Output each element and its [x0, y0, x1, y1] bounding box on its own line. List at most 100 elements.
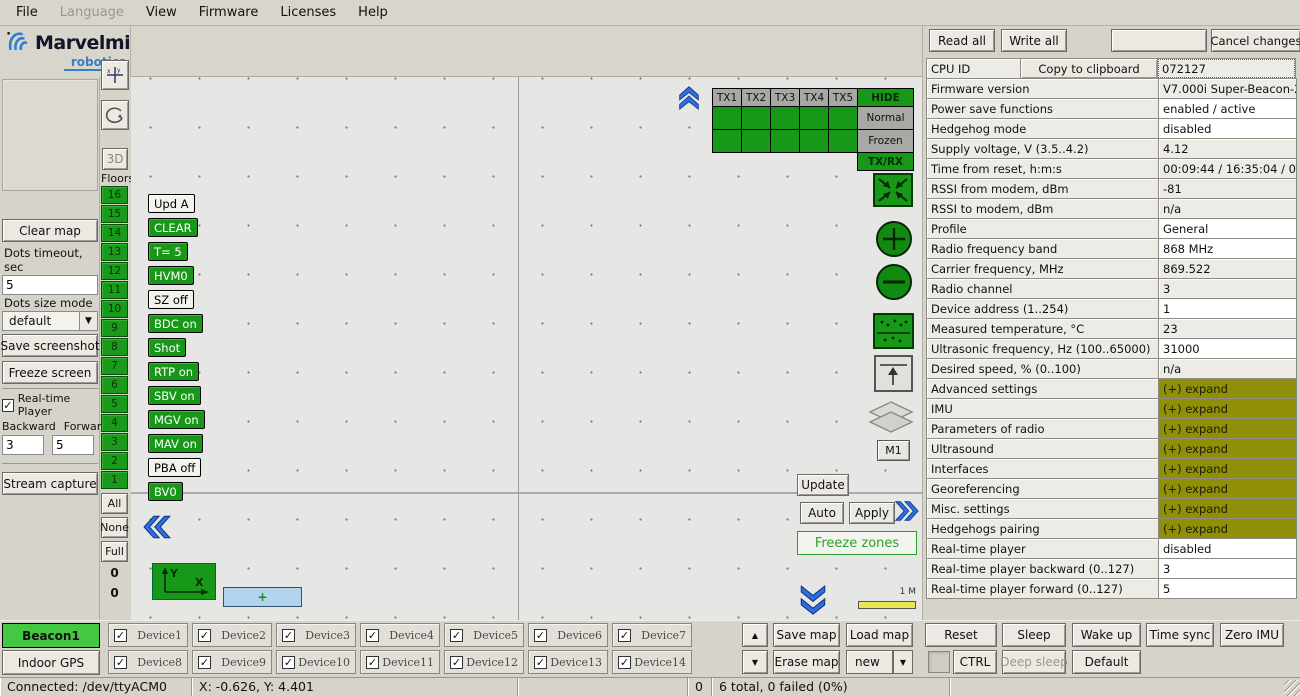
dots-size-dropdown[interactable]: default ▼: [2, 311, 98, 331]
device-checkbox[interactable]: ✓: [198, 656, 211, 669]
chevron-down-icon[interactable]: ▼: [893, 650, 913, 674]
tx-txrx-button[interactable]: TX/RX: [857, 152, 914, 171]
backward-input[interactable]: [2, 435, 44, 455]
3d-button[interactable]: 3D: [102, 148, 128, 170]
map-action-clear[interactable]: CLEAR: [148, 218, 198, 237]
param-expand-button[interactable]: (+) expand: [1158, 498, 1297, 519]
map-action-pba-off[interactable]: PBA off: [148, 458, 201, 477]
map-select-dropdown[interactable]: new ▼: [846, 650, 913, 674]
floor-button-11[interactable]: 11: [101, 281, 128, 299]
map-action-sbv-on[interactable]: SBV on: [148, 386, 201, 405]
reset-button[interactable]: Reset: [925, 623, 997, 647]
update-button[interactable]: Update: [797, 474, 849, 496]
param-value[interactable]: General: [1158, 218, 1297, 239]
param-value[interactable]: disabled: [1158, 538, 1297, 559]
zoom-out-icon[interactable]: [875, 263, 913, 304]
floor-button-15[interactable]: 15: [101, 205, 128, 223]
device-checkbox[interactable]: ✓: [618, 656, 631, 669]
layers-icon[interactable]: [868, 400, 915, 438]
tx-cell[interactable]: [712, 106, 742, 130]
param-value[interactable]: 868 MHz: [1158, 238, 1297, 259]
add-submap-button[interactable]: +: [223, 587, 302, 607]
save-map-button[interactable]: Save map: [773, 623, 840, 647]
device-checkbox[interactable]: ✓: [534, 629, 547, 642]
devices-scroll-up-button[interactable]: ▲: [742, 623, 768, 647]
chevron-down-icon[interactable]: ▼: [79, 312, 97, 330]
apply-button[interactable]: Apply: [849, 502, 895, 524]
device-checkbox[interactable]: ✓: [282, 656, 295, 669]
ctrl-button[interactable]: CTRL: [953, 650, 997, 674]
tx-cell[interactable]: [770, 129, 800, 153]
menu-item-licenses[interactable]: Licenses: [270, 1, 346, 24]
device-checkbox[interactable]: ✓: [450, 629, 463, 642]
tx-cell[interactable]: [712, 129, 742, 153]
menu-item-firmware[interactable]: Firmware: [189, 1, 269, 24]
param-value[interactable]: 5: [1158, 578, 1297, 599]
realtime-player-checkbox[interactable]: ✓: [2, 399, 14, 412]
device-toggle-device9[interactable]: ✓Device9: [192, 650, 272, 674]
zero-imu-button[interactable]: Zero IMU: [1220, 623, 1284, 647]
clear-map-button[interactable]: Clear map: [2, 219, 98, 242]
xy-axes-icon[interactable]: x y: [101, 60, 129, 90]
menu-item-file[interactable]: File: [6, 1, 48, 24]
rotate-icon[interactable]: [101, 100, 129, 130]
map-action-shot[interactable]: Shot: [148, 338, 186, 357]
floor-button-10[interactable]: 10: [101, 300, 128, 318]
menu-item-help[interactable]: Help: [348, 1, 398, 24]
device-checkbox[interactable]: ✓: [618, 629, 631, 642]
tx-header-tx5[interactable]: TX5: [828, 88, 858, 107]
auto-button[interactable]: Auto: [800, 502, 844, 524]
tx-cell[interactable]: [828, 106, 858, 130]
tx-header-tx2[interactable]: TX2: [741, 88, 771, 107]
zero-top-button[interactable]: 0: [101, 564, 128, 582]
double-chevron-down-icon[interactable]: [799, 582, 827, 619]
floor-button-6[interactable]: 6: [101, 376, 128, 394]
default-button[interactable]: Default: [1072, 650, 1141, 674]
device-toggle-device6[interactable]: ✓Device6: [528, 623, 608, 647]
map-canvas[interactable]: Upd ACLEART= 5HVM0SZ offBDC onShotRTP on…: [131, 77, 922, 620]
tx-cell[interactable]: [799, 129, 829, 153]
floor-button-9[interactable]: 9: [101, 319, 128, 337]
stream-capture-button[interactable]: Stream capture: [2, 472, 98, 495]
param-value[interactable]: disabled: [1158, 118, 1297, 139]
device-toggle-device5[interactable]: ✓Device5: [444, 623, 524, 647]
floor-button-14[interactable]: 14: [101, 224, 128, 242]
floors-full-button[interactable]: Full: [101, 541, 128, 562]
tab-beacon1[interactable]: Beacon1: [2, 623, 100, 648]
map-action-mgv-on[interactable]: MGV on: [148, 410, 205, 429]
device-toggle-device8[interactable]: ✓Device8: [108, 650, 188, 674]
copy-to-clipboard-button[interactable]: Copy to clipboard: [1020, 58, 1158, 79]
device-checkbox[interactable]: ✓: [114, 629, 127, 642]
dots-timeout-input[interactable]: [2, 275, 98, 295]
device-checkbox[interactable]: ✓: [534, 656, 547, 669]
floor-button-2[interactable]: 2: [101, 452, 128, 470]
device-toggle-device2[interactable]: ✓Device2: [192, 623, 272, 647]
zero-bottom-button[interactable]: 0: [101, 584, 128, 602]
device-toggle-device12[interactable]: ✓Device12: [444, 650, 524, 674]
device-toggle-device3[interactable]: ✓Device3: [276, 623, 356, 647]
tx-cell[interactable]: [799, 106, 829, 130]
map-action-t-5[interactable]: T= 5: [148, 242, 188, 261]
device-checkbox[interactable]: ✓: [114, 656, 127, 669]
param-expand-button[interactable]: (+) expand: [1158, 458, 1297, 479]
device-checkbox[interactable]: ✓: [366, 656, 379, 669]
param-expand-button[interactable]: (+) expand: [1158, 478, 1297, 499]
param-value[interactable]: enabled / active: [1158, 98, 1297, 119]
map-action-mav-on[interactable]: MAV on: [148, 434, 203, 453]
tab-indoor-gps[interactable]: Indoor GPS: [2, 650, 100, 675]
tx-cell[interactable]: [828, 129, 858, 153]
map-action-upd-a[interactable]: Upd A: [148, 194, 195, 213]
param-expand-button[interactable]: (+) expand: [1158, 438, 1297, 459]
floor-button-8[interactable]: 8: [101, 338, 128, 356]
fit-to-screen-icon[interactable]: [873, 173, 913, 210]
device-toggle-device7[interactable]: ✓Device7: [612, 623, 692, 647]
freeze-zones-button[interactable]: Freeze zones: [797, 531, 917, 555]
wake-up-button[interactable]: Wake up: [1072, 623, 1141, 647]
tx-hide-button[interactable]: HIDE: [857, 88, 914, 107]
map-action-rtp-on[interactable]: RTP on: [148, 362, 199, 381]
tx-header-tx1[interactable]: TX1: [712, 88, 742, 107]
floor-button-5[interactable]: 5: [101, 395, 128, 413]
forward-input[interactable]: [52, 435, 94, 455]
deep-sleep-button[interactable]: Deep sleep: [1002, 650, 1066, 674]
floor-button-3[interactable]: 3: [101, 433, 128, 451]
